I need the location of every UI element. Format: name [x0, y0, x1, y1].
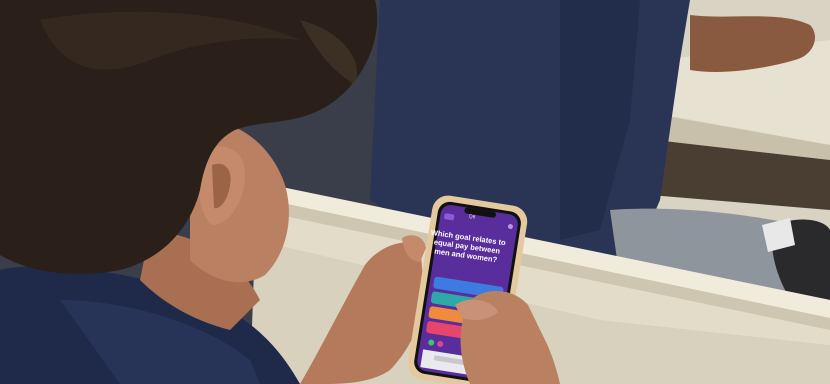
photo-scene [0, 0, 830, 384]
classroom-photo: Q6 Which goal relates to equal pay betwe… [0, 0, 830, 384]
